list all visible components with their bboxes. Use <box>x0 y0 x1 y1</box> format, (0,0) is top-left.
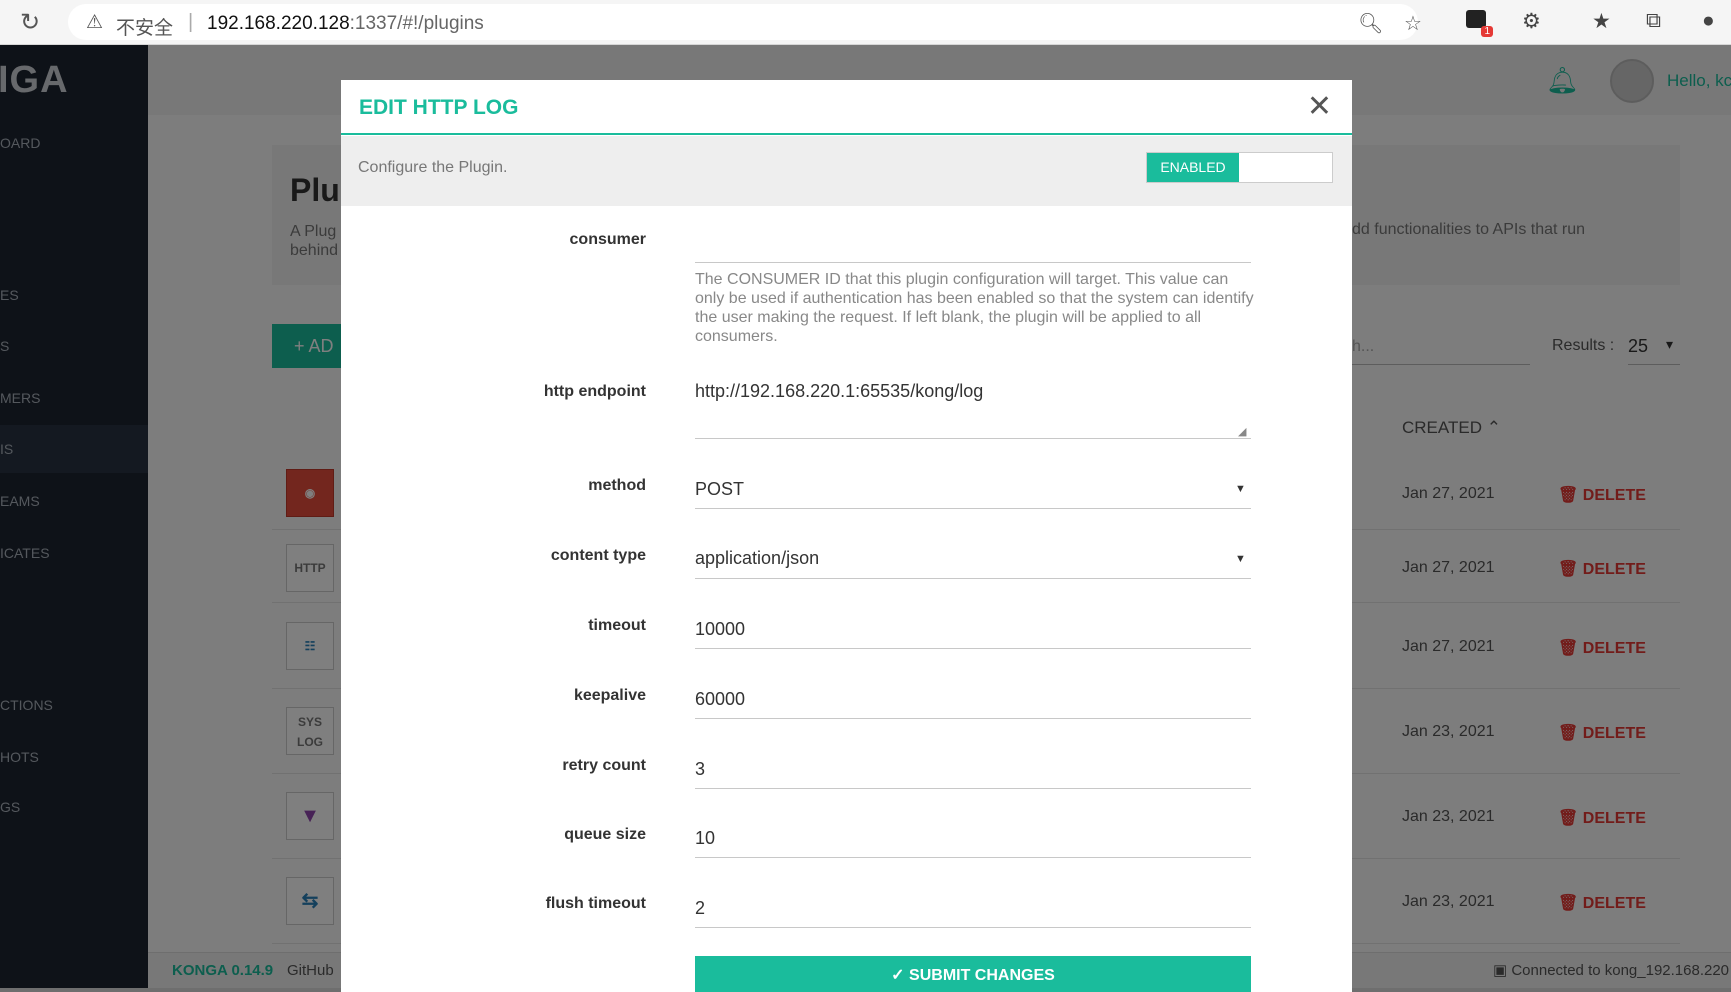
favorites-icon[interactable]: ★ <box>1592 9 1611 34</box>
retry-count-underline <box>695 788 1251 789</box>
profile-icon[interactable]: ● <box>1702 9 1715 33</box>
flush-timeout-underline <box>695 927 1251 928</box>
chevron-down-icon[interactable]: ▼ <box>1235 553 1246 565</box>
retry-count-label: retry count <box>562 757 646 774</box>
queue-size-underline <box>695 857 1251 858</box>
http-endpoint-underline <box>695 438 1251 439</box>
queue-size-input[interactable]: 10 <box>695 828 715 849</box>
retry-count-input[interactable]: 3 <box>695 759 705 780</box>
content-type-label: content type <box>550 547 646 564</box>
method-select[interactable]: POST <box>695 479 744 500</box>
edit-plugin-modal: EDIT HTTP LOG ✕ Configure the Plugin. EN… <box>341 80 1352 992</box>
bookmark-star-icon[interactable]: ☆ <box>1404 11 1422 36</box>
flush-timeout-label: flush timeout <box>545 895 646 912</box>
http-endpoint-label: http endpoint <box>543 383 646 400</box>
insecure-label[interactable]: 不安全 <box>116 13 173 40</box>
zoom-icon[interactable]: 🔍︎ <box>1358 11 1383 36</box>
url-separator: | <box>188 11 194 33</box>
content-type-underline <box>695 578 1251 579</box>
timeout-label: timeout <box>588 617 646 634</box>
collections-icon[interactable]: ⧉ <box>1646 9 1661 33</box>
queue-size-label: queue size <box>564 826 646 843</box>
http-endpoint-textarea[interactable]: http://192.168.220.1:65535/kong/log <box>695 381 983 402</box>
submit-changes-button[interactable]: ✓ SUBMIT CHANGES <box>695 956 1251 992</box>
reload-icon[interactable]: ↻ <box>20 8 40 37</box>
consumer-label: consumer <box>569 231 646 248</box>
consumer-help-text: The CONSUMER ID that this plugin configu… <box>695 271 1254 345</box>
extension-badge: 1 <box>1481 26 1493 37</box>
content-type-select[interactable]: application/json <box>695 548 819 569</box>
url-text[interactable]: 192.168.220.128:1337/#!/plugins <box>207 13 484 35</box>
modal-title: EDIT HTTP LOG <box>359 96 519 119</box>
method-label: method <box>588 477 646 494</box>
browser-toolbar: ↻ ⚠ 不安全 | 192.168.220.128:1337/#!/plugin… <box>0 0 1731 45</box>
address-bar[interactable]: ⚠ 不安全 | 192.168.220.128:1337/#!/plugins … <box>68 4 1422 40</box>
modal-header: EDIT HTTP LOG ✕ <box>341 80 1352 135</box>
warning-icon[interactable]: ⚠ <box>86 11 103 34</box>
extension-icon[interactable]: 1 <box>1466 10 1493 37</box>
chevron-down-icon[interactable]: ▼ <box>1235 483 1246 495</box>
flush-timeout-input[interactable]: 2 <box>695 898 705 919</box>
enabled-toggle[interactable]: ENABLED <box>1146 152 1333 183</box>
method-underline <box>695 508 1251 509</box>
check-icon: ✓ <box>891 967 905 984</box>
resize-handle-icon[interactable]: ◢ <box>1238 425 1246 438</box>
keepalive-underline <box>695 718 1251 719</box>
keepalive-label: keepalive <box>573 687 646 704</box>
timeout-input[interactable]: 10000 <box>695 619 745 640</box>
modal-subheader: Configure the Plugin. ENABLED <box>341 136 1352 206</box>
extension-puzzle-icon[interactable]: ⚙ <box>1522 9 1541 34</box>
enabled-toggle-label: ENABLED <box>1147 153 1239 182</box>
consumer-underline <box>695 262 1251 263</box>
keepalive-input[interactable]: 60000 <box>695 689 745 710</box>
timeout-underline <box>695 648 1251 649</box>
modal-subtitle: Configure the Plugin. <box>358 159 508 176</box>
close-icon[interactable]: ✕ <box>1307 89 1332 124</box>
